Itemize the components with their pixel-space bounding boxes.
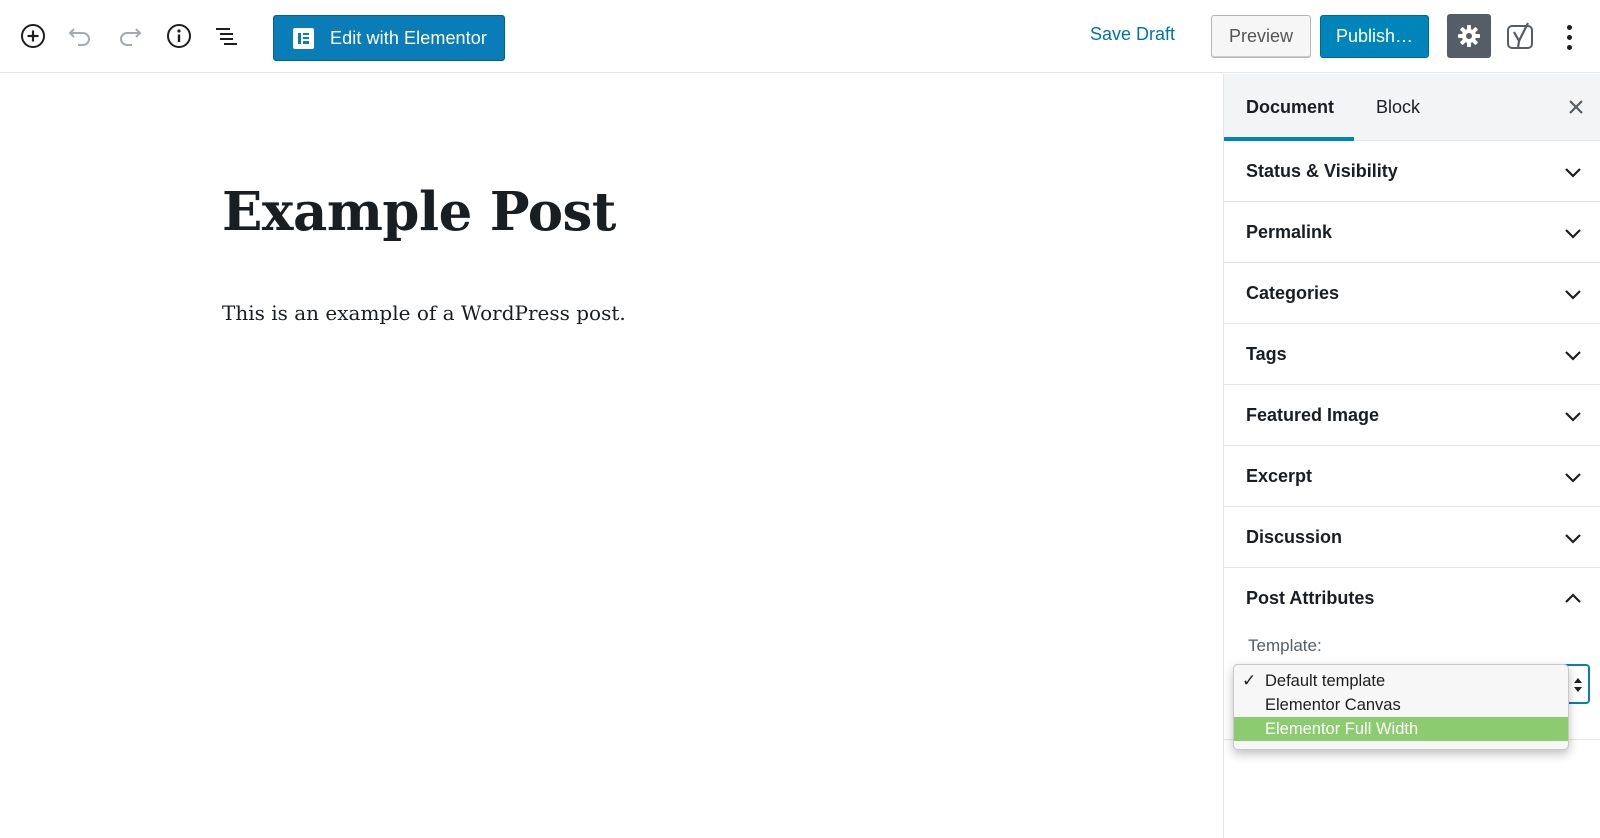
panel-excerpt[interactable]: Excerpt	[1224, 446, 1600, 507]
publish-button[interactable]: Publish…	[1320, 15, 1429, 58]
template-option-elementor-full-width[interactable]: Elementor Full Width	[1234, 717, 1568, 741]
edit-with-elementor-label: Edit with Elementor	[330, 27, 487, 48]
editor-toolbar: Edit with Elementor Save Draft Preview P…	[0, 0, 1600, 73]
redo-icon	[120, 28, 142, 46]
panel-title: Post Attributes	[1246, 588, 1375, 608]
chevron-down-icon	[1565, 229, 1581, 239]
panel-tags[interactable]: Tags	[1224, 324, 1600, 385]
close-sidebar-button[interactable]	[1563, 94, 1589, 120]
undo-button[interactable]	[63, 18, 99, 54]
panel-discussion[interactable]: Discussion	[1224, 507, 1600, 568]
undo-icon	[68, 28, 90, 46]
template-dropdown-menu: ✓ Default template Elementor Canvas Elem…	[1233, 664, 1569, 750]
panel-permalink[interactable]: Permalink	[1224, 202, 1600, 263]
preview-button[interactable]: Preview	[1211, 15, 1311, 58]
paragraph-block[interactable]: This is an example of a WordPress post.	[222, 301, 626, 325]
chevron-down-icon	[1565, 473, 1581, 483]
add-block-button[interactable]	[15, 18, 51, 54]
panel-title: Categories	[1246, 282, 1340, 303]
panel-title: Featured Image	[1246, 404, 1380, 425]
sidebar-header: Document Block	[1224, 74, 1600, 141]
close-icon	[1569, 100, 1583, 114]
template-option-elementor-canvas[interactable]: Elementor Canvas	[1234, 693, 1568, 717]
content-info-button[interactable]	[161, 18, 197, 54]
more-vertical-icon	[1566, 24, 1572, 30]
chevron-down-icon	[1565, 290, 1581, 300]
chevron-up-icon	[1565, 593, 1581, 603]
panel-title: Discussion	[1246, 526, 1343, 547]
tab-document[interactable]: Document	[1224, 74, 1354, 141]
select-arrows-icon	[1574, 678, 1582, 692]
panel-title: Tags	[1246, 343, 1287, 364]
panel-categories[interactable]: Categories	[1224, 263, 1600, 324]
tab-block[interactable]: Block	[1376, 74, 1420, 141]
panel-title: Status & Visibility	[1246, 160, 1398, 181]
more-tools-button[interactable]	[1551, 18, 1587, 56]
editor-canvas: Example Post This is an example of a Wor…	[0, 74, 1223, 838]
chevron-down-icon	[1565, 412, 1581, 422]
block-navigation-button[interactable]	[209, 18, 245, 54]
settings-sidebar: Document Block Status & Visibility Perma…	[1223, 74, 1600, 838]
edit-with-elementor-button[interactable]: Edit with Elementor	[273, 15, 505, 61]
gear-icon	[1458, 25, 1480, 47]
save-draft-button[interactable]: Save Draft	[1090, 24, 1175, 45]
panel-title: Excerpt	[1246, 465, 1313, 486]
panel-title: Permalink	[1246, 221, 1333, 242]
panel-post-attributes[interactable]: Post Attributes	[1224, 568, 1600, 629]
redo-button[interactable]	[111, 18, 147, 54]
chevron-down-icon	[1565, 168, 1581, 178]
settings-button[interactable]	[1447, 14, 1491, 58]
panel-featured-image[interactable]: Featured Image	[1224, 385, 1600, 446]
template-option-default[interactable]: ✓ Default template	[1234, 669, 1568, 693]
post-title[interactable]: Example Post	[222, 181, 616, 243]
panel-status-visibility[interactable]: Status & Visibility	[1224, 141, 1600, 202]
info-icon	[167, 24, 191, 48]
template-label: Template:	[1248, 636, 1322, 655]
chevron-down-icon	[1565, 351, 1581, 361]
yoast-icon	[1507, 22, 1533, 49]
checkmark-icon: ✓	[1242, 671, 1257, 690]
list-outline-icon	[216, 28, 237, 45]
elementor-icon	[293, 27, 314, 49]
chevron-down-icon	[1565, 534, 1581, 544]
yoast-seo-button[interactable]	[1502, 18, 1540, 56]
plus-circle-icon	[21, 24, 45, 48]
